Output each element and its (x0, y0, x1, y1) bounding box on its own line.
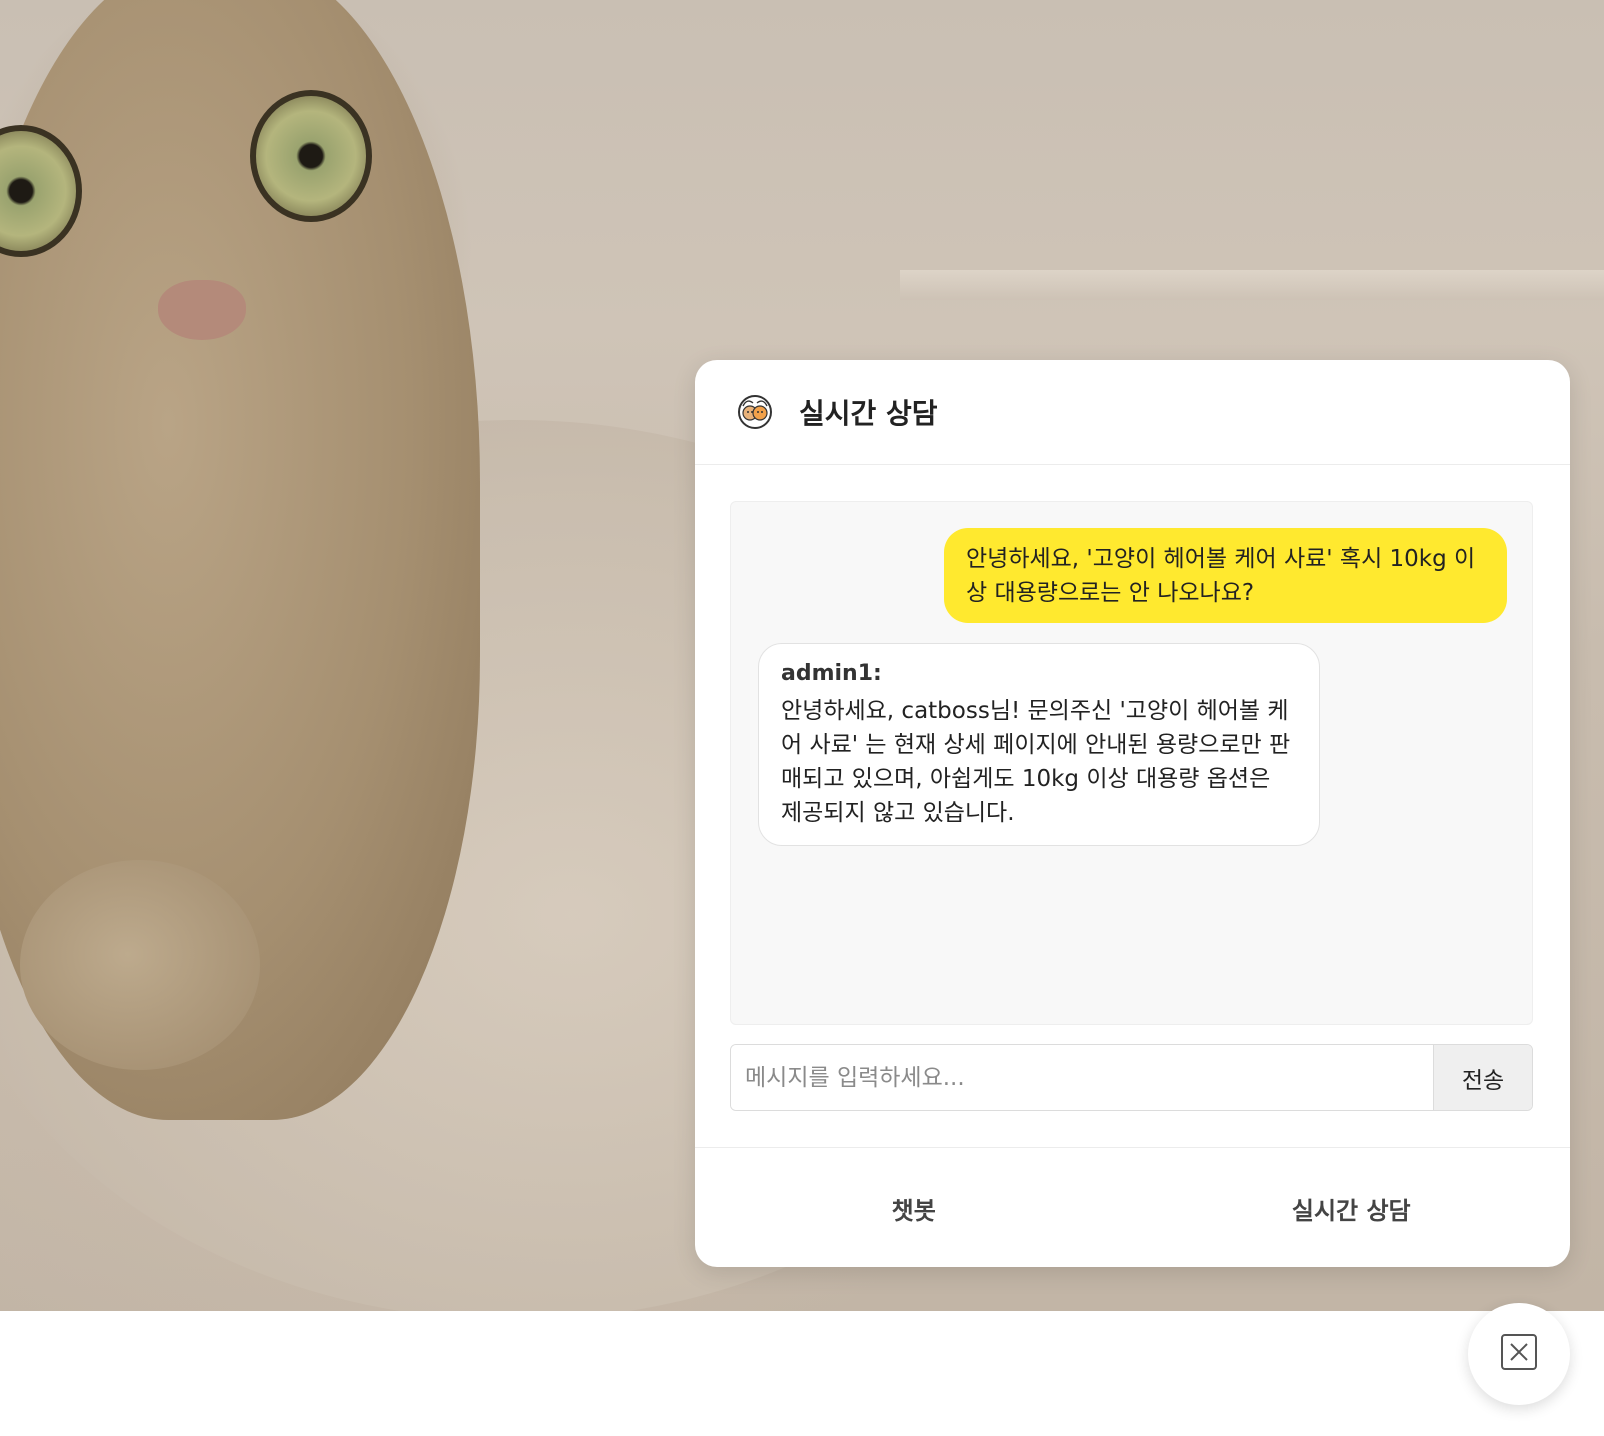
cat-eye-right (250, 90, 372, 222)
admin-message-text: 안녕하세요, catboss님! 문의주신 '고양이 헤어볼 케어 사료' 는 … (781, 698, 1291, 826)
wall-baseboard (900, 270, 1604, 300)
message-list[interactable]: 안녕하세요, '고양이 헤어볼 케어 사료' 혹시 10kg 이상 대용량으로는… (730, 501, 1533, 1025)
user-message-bubble: 안녕하세요, '고양이 헤어볼 케어 사료' 혹시 10kg 이상 대용량으로는… (944, 528, 1507, 623)
message-input-row: 전송 (730, 1044, 1533, 1111)
close-icon (1500, 1333, 1538, 1375)
chat-header: 실시간 상담 (695, 360, 1570, 465)
chat-mode-tabs: 챗봇 실시간 상담 (695, 1147, 1570, 1267)
cat-paw (20, 860, 260, 1070)
message-input[interactable] (731, 1045, 1433, 1110)
admin-message-bubble: admin1: 안녕하세요, catboss님! 문의주신 '고양이 헤어볼 케… (758, 643, 1320, 846)
chat-panel: 실시간 상담 안녕하세요, '고양이 헤어볼 케어 사료' 혹시 10kg 이상… (695, 360, 1570, 1267)
user-message-text: 안녕하세요, '고양이 헤어볼 케어 사료' 혹시 10kg 이상 대용량으로는… (966, 546, 1476, 606)
cat-dog-logo-icon (737, 394, 773, 430)
admin-sender-name: admin1: (781, 661, 882, 686)
cat-nose (158, 280, 246, 340)
send-button[interactable]: 전송 (1433, 1045, 1532, 1110)
tab-chatbot[interactable]: 챗봇 (695, 1148, 1133, 1267)
close-chat-button[interactable] (1468, 1303, 1570, 1405)
chat-title: 실시간 상담 (799, 397, 938, 430)
tab-live-chat[interactable]: 실시간 상담 (1133, 1148, 1571, 1267)
